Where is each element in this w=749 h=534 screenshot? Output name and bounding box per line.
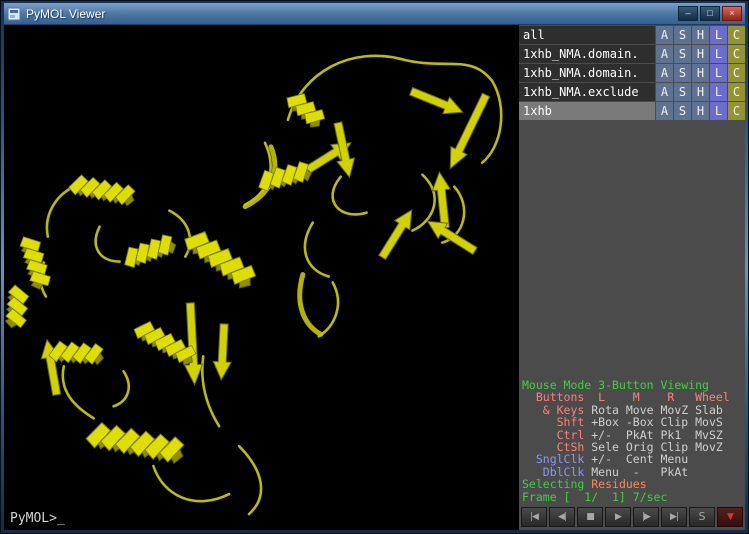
sidebar: allASHLC1xhb_NMA.domain.ASHLC1xhb_NMA.do…: [519, 25, 745, 530]
object-s-button[interactable]: S: [674, 83, 691, 101]
panel-toggle-button[interactable]: ▼: [717, 507, 743, 527]
object-name[interactable]: 1xhb_NMA.domain.: [519, 64, 655, 82]
object-list: allASHLC1xhb_NMA.domain.ASHLC1xhb_NMA.do…: [519, 25, 745, 120]
prompt-label: PyMOL>: [10, 511, 57, 526]
protein-structure: [4, 25, 519, 530]
step-forward-button[interactable]: |▶: [633, 507, 659, 527]
object-l-button[interactable]: L: [710, 83, 727, 101]
rewind-button[interactable]: |◀: [521, 507, 547, 527]
object-c-button[interactable]: C: [728, 102, 745, 120]
object-a-button[interactable]: A: [656, 102, 673, 120]
mouse-panel-line: Frame [ 1/ 1] 7/sec: [522, 491, 745, 503]
object-name[interactable]: 1xhb_NMA.exclude: [519, 83, 655, 101]
object-row: 1xhb_NMA.excludeASHLC: [519, 83, 745, 101]
object-h-button[interactable]: H: [692, 26, 709, 44]
end-button[interactable]: ▶|: [661, 507, 687, 527]
object-a-button[interactable]: A: [656, 26, 673, 44]
prompt-cursor: _: [57, 511, 65, 526]
object-a-button[interactable]: A: [656, 45, 673, 63]
window-title: PyMOL Viewer: [26, 7, 105, 21]
object-row: 1xhb_NMA.domain.ASHLC: [519, 64, 745, 82]
scene-button[interactable]: S: [689, 507, 715, 527]
object-l-button[interactable]: L: [710, 45, 727, 63]
object-c-button[interactable]: C: [728, 83, 745, 101]
object-c-button[interactable]: C: [728, 26, 745, 44]
object-h-button[interactable]: H: [692, 102, 709, 120]
object-name[interactable]: 1xhb: [519, 102, 655, 120]
object-name[interactable]: all: [519, 26, 655, 44]
object-l-button[interactable]: L: [710, 26, 727, 44]
minimize-button[interactable]: –: [678, 6, 698, 21]
protein-sheets: [38, 83, 494, 396]
object-s-button[interactable]: S: [674, 102, 691, 120]
object-a-button[interactable]: A: [656, 83, 673, 101]
object-l-button[interactable]: L: [710, 64, 727, 82]
3d-viewport[interactable]: PyMOL>_: [4, 25, 519, 530]
object-h-button[interactable]: H: [692, 45, 709, 63]
object-c-button[interactable]: C: [728, 45, 745, 63]
client-area: PyMOL>_ allASHLC1xhb_NMA.domain.ASHLC1xh…: [4, 25, 745, 530]
pymol-app-icon: [7, 7, 21, 21]
mouse-panel: Mouse Mode 3-Button Viewing Buttons L M …: [519, 378, 745, 505]
object-h-button[interactable]: H: [692, 83, 709, 101]
object-s-button[interactable]: S: [674, 45, 691, 63]
window-controls: – □ ×: [678, 6, 742, 21]
object-row: allASHLC: [519, 26, 745, 44]
object-l-button[interactable]: L: [710, 102, 727, 120]
protein-helices: [5, 87, 329, 465]
object-s-button[interactable]: S: [674, 64, 691, 82]
object-s-button[interactable]: S: [674, 26, 691, 44]
maximize-button[interactable]: □: [700, 6, 720, 21]
command-prompt[interactable]: PyMOL>_: [10, 511, 65, 526]
titlebar[interactable]: PyMOL Viewer – □ ×: [4, 3, 745, 25]
object-name[interactable]: 1xhb_NMA.domain.: [519, 45, 655, 63]
object-c-button[interactable]: C: [728, 64, 745, 82]
step-back-button[interactable]: ◀|: [549, 507, 575, 527]
pymol-window: PyMOL Viewer – □ ×: [0, 0, 749, 534]
object-row: 1xhb_NMA.domain.ASHLC: [519, 45, 745, 63]
play-button[interactable]: ▶: [605, 507, 631, 527]
object-a-button[interactable]: A: [656, 64, 673, 82]
sidebar-spacer: [519, 120, 745, 378]
close-button[interactable]: ×: [722, 6, 742, 21]
playback-bar: |◀◀|■▶|▶▶|S▼: [519, 505, 745, 530]
object-row: 1xhbASHLC: [519, 102, 745, 120]
object-h-button[interactable]: H: [692, 64, 709, 82]
mouse-panel-text: Frame [ 1/ 1] 7/sec: [522, 490, 667, 504]
stop-button[interactable]: ■: [577, 507, 603, 527]
